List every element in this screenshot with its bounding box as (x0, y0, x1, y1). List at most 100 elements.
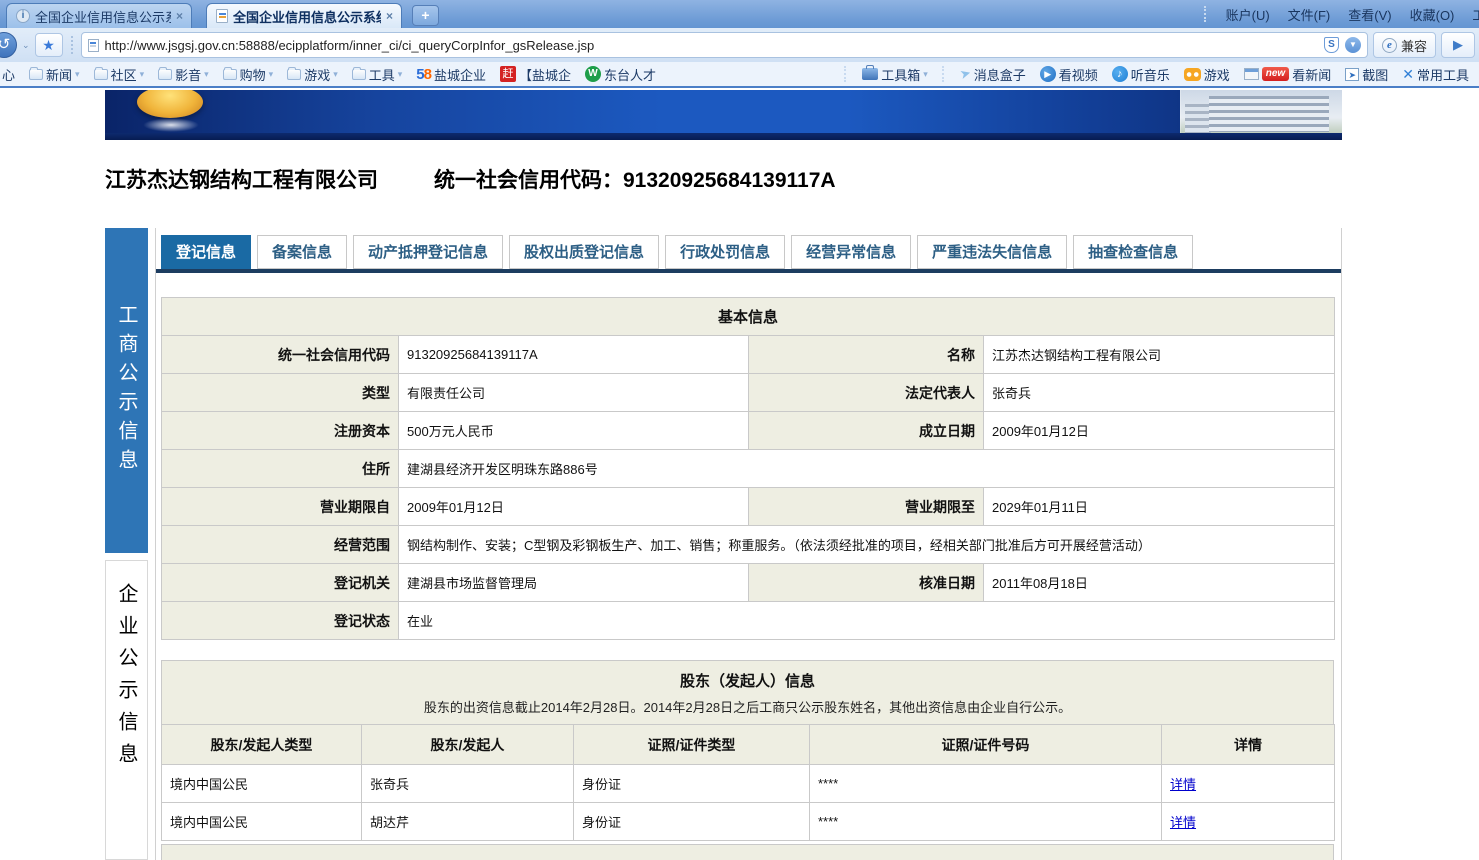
site-favicon-icon: i (16, 9, 30, 23)
cert-number: **** (810, 803, 1162, 841)
bookmark-ganji[interactable]: 赶 【盐城企 (500, 65, 571, 84)
music-icon: ♪ (1112, 66, 1128, 82)
url-field[interactable]: http://www.jsgsj.gov.cn:58888/ecipplatfo… (81, 32, 1368, 58)
bookmark-dongtai-jobs[interactable]: W 东台人才 (585, 65, 656, 84)
national-emblem-image (137, 90, 203, 118)
bookmark-folder-shopping[interactable]: 购物 ▾ (223, 65, 274, 84)
tab-serious-violation[interactable]: 严重违法失信信息 (917, 235, 1067, 269)
tab-spot-check[interactable]: 抽查检查信息 (1073, 235, 1193, 269)
tool-label: 工具箱 (881, 65, 920, 84)
shareholder-type: 境内中国公民 (162, 803, 362, 841)
common-tools-icon: ✕ (1402, 66, 1414, 83)
chevron-down-icon: ▾ (140, 69, 145, 80)
menu-account[interactable]: 账户(U) (1226, 5, 1270, 24)
bookmark-folder-games[interactable]: 游戏 ▾ (287, 65, 338, 84)
message-box-button[interactable]: ➤ 消息盒子 (960, 65, 1026, 84)
go-button[interactable]: ▶ (1441, 32, 1475, 58)
compatibility-label: 兼容 (1401, 36, 1427, 55)
table-row: 类型 有限责任公司 法定代表人 张奇兵 (162, 374, 1335, 412)
sidebar-enterprise-publicity[interactable]: 企业公示信息 (105, 560, 148, 860)
bookmark-label: 工具 (369, 65, 395, 84)
new-tab-button[interactable]: + (412, 5, 439, 26)
tab-admin-penalty[interactable]: 行政处罚信息 (665, 235, 785, 269)
detail-cell: 详情 (1162, 803, 1335, 841)
toolbox-button[interactable]: 工具箱 ▾ (862, 65, 928, 84)
page-content: 江苏杰达钢结构工程有限公司 统一社会信用代码：91320925684139117… (0, 88, 1479, 860)
menu-file[interactable]: 文件(F) (1288, 5, 1331, 24)
sidebar-gongshang-publicity[interactable]: 工商公示信息 (105, 228, 148, 553)
tab-filing-info[interactable]: 备案信息 (257, 235, 347, 269)
browser-tab-2-active[interactable]: 全国企业信用信息公示系统 × (206, 3, 402, 28)
tab-registration-info[interactable]: 登记信息 (161, 235, 251, 269)
bookmark-folder-community[interactable]: 社区 ▾ (94, 65, 145, 84)
field-value: 张奇兵 (984, 374, 1335, 412)
detail-cell: 详情 (1162, 765, 1335, 803)
bookmark-58-yancheng[interactable]: 58 盐城企业 (416, 65, 486, 84)
field-value: 在业 (399, 602, 1335, 640)
url-dropdown-icon[interactable]: ▼ (1345, 37, 1361, 53)
back-history-chevron-icon[interactable]: ⌄ (22, 40, 30, 51)
menu-favorites[interactable]: 收藏(O) (1410, 5, 1455, 24)
chevron-down-icon: ▾ (333, 69, 338, 80)
folder-icon (352, 69, 366, 80)
folder-icon (287, 69, 301, 80)
table-row: 境内中国公民 张奇兵 身份证 **** 详情 (162, 765, 1335, 803)
detail-link[interactable]: 详情 (1170, 815, 1196, 830)
listen-music-button[interactable]: ♪ 听音乐 (1112, 65, 1170, 84)
tab-title: 全国企业信用信息公示系统 (233, 7, 381, 26)
field-label: 成立日期 (749, 412, 984, 450)
bookmark-folder-news[interactable]: 新闻 ▾ (29, 65, 80, 84)
shareholders-section: 股东（发起人）信息 股东的出资信息截止2014年2月28日。2014年2月28日… (156, 660, 1341, 841)
url-text[interactable]: http://www.jsgsj.gov.cn:58888/ecipplatfo… (105, 38, 1318, 53)
tab-strip-underline (156, 269, 1341, 273)
tool-label: 听音乐 (1131, 65, 1170, 84)
58-logo-icon: 58 (416, 66, 431, 83)
read-news-button[interactable]: new 看新闻 (1244, 65, 1331, 84)
cert-type: 身份证 (574, 765, 810, 803)
detail-link[interactable]: 详情 (1170, 777, 1196, 792)
tab-equity-pledge[interactable]: 股权出质登记信息 (509, 235, 659, 269)
common-tools-button[interactable]: ✕ 常用工具 (1402, 65, 1469, 84)
building-windows (1209, 96, 1329, 132)
table-row: 统一社会信用代码 91320925684139117A 名称 江苏杰达钢结构工程… (162, 336, 1335, 374)
screenshot-button[interactable]: ➤ 截图 (1345, 65, 1388, 84)
bookmark-edge-clipped[interactable]: 心 (2, 65, 15, 84)
ganji-logo-icon: 赶 (500, 66, 516, 82)
tab-close-icon[interactable]: × (386, 9, 393, 23)
address-separator (71, 36, 73, 54)
field-value: 建湖县市场监督管理局 (399, 564, 749, 602)
browser-window: i 全国企业信用信息公示系... × 全国企业信用信息公示系统 × + 账户(U… (0, 0, 1479, 860)
games-button[interactable]: 游戏 (1184, 65, 1230, 84)
compatibility-mode-button[interactable]: e 兼容 (1373, 32, 1436, 58)
bookmark-label: 购物 (240, 65, 266, 84)
tools-separator (844, 66, 846, 82)
bookmark-folder-tools[interactable]: 工具 ▾ (352, 65, 403, 84)
menu-view[interactable]: 查看(V) (1348, 5, 1391, 24)
table-row: 注册资本 500万元人民币 成立日期 2009年01月12日 (162, 412, 1335, 450)
tools-separator (942, 66, 944, 82)
shareholders-note: 股东的出资信息截止2014年2月28日。2014年2月28日之后工商只公示股东姓… (162, 697, 1333, 716)
table-row: 住所 建湖县经济开发区明珠东路886号 (162, 450, 1335, 488)
field-value: 建湖县经济开发区明珠东路886号 (399, 450, 1335, 488)
column-header: 股东/发起人 (362, 725, 574, 765)
back-button[interactable]: ↺ (0, 32, 17, 58)
tab-close-icon[interactable]: × (176, 9, 183, 23)
tab-abnormal-operation[interactable]: 经营异常信息 (791, 235, 911, 269)
field-label: 核准日期 (749, 564, 984, 602)
menu-tools[interactable]: 工具(T) (1472, 5, 1479, 24)
tab-chattel-mortgage[interactable]: 动产抵押登记信息 (353, 235, 503, 269)
address-bar: ↺ ⌄ ★ http://www.jsgsj.gov.cn:58888/ecip… (0, 28, 1479, 62)
browser-menu-bar: 账户(U) 文件(F) 查看(V) 收藏(O) 工具(T) (1204, 0, 1479, 28)
field-value: 2009年01月12日 (399, 488, 749, 526)
security-shield-icon[interactable]: S (1324, 37, 1339, 53)
favorites-star-button[interactable]: ★ (35, 33, 63, 57)
basic-info-title: 基本信息 (162, 298, 1335, 336)
shareholders-table: 股东/发起人类型 股东/发起人 证照/证件类型 证照/证件号码 详情 境内中国公… (161, 724, 1335, 841)
cert-type: 身份证 (574, 803, 810, 841)
field-label: 住所 (162, 450, 399, 488)
company-name: 江苏杰达钢结构工程有限公司 (105, 164, 378, 194)
bookmark-folder-media[interactable]: 影音 ▾ (158, 65, 209, 84)
field-value: 91320925684139117A (399, 336, 749, 374)
browser-tab-1[interactable]: i 全国企业信用信息公示系... × (6, 3, 192, 28)
watch-video-button[interactable]: ▶ 看视频 (1040, 65, 1098, 84)
